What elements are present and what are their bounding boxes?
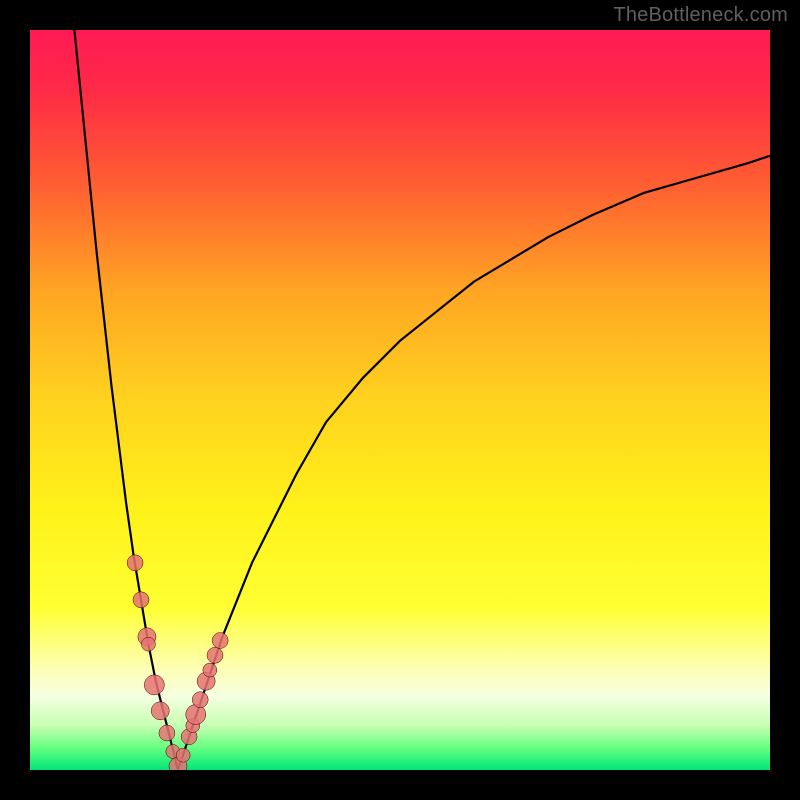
data-marker [207,647,223,663]
data-marker [192,692,208,708]
chart-frame: TheBottleneck.com [0,0,800,800]
data-marker [151,702,169,720]
data-marker [133,592,149,608]
data-marker [176,748,190,762]
data-marker [144,675,164,695]
data-marker [203,663,217,677]
data-marker [127,555,143,571]
watermark-text: TheBottleneck.com [613,4,788,27]
bottleneck-chart [0,0,800,800]
data-marker [159,725,175,741]
data-marker [212,633,228,649]
gradient-background [30,30,770,770]
data-marker [141,637,155,651]
